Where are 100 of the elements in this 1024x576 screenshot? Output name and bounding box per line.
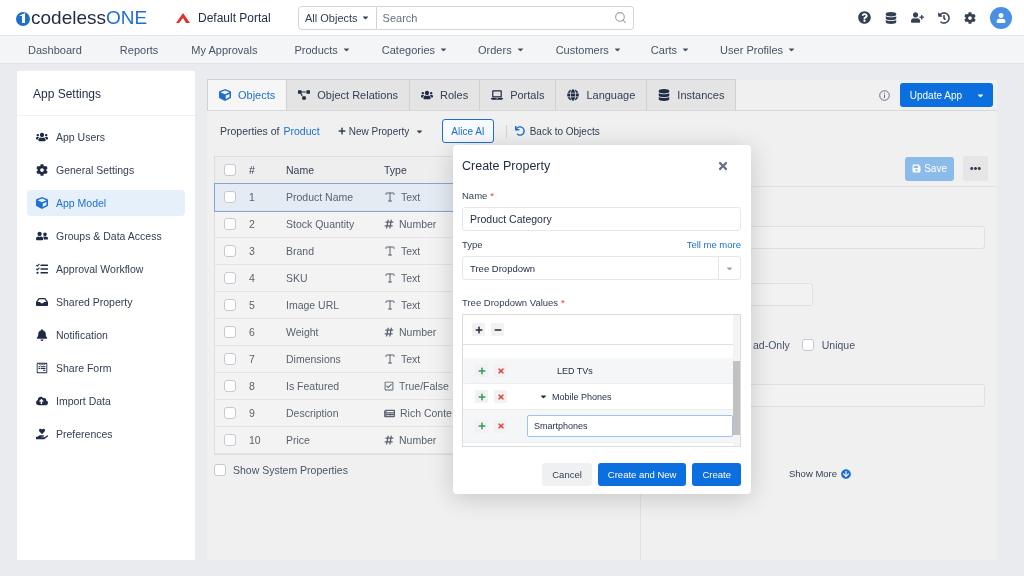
nav-link[interactable]: Orders [478,43,525,56]
object-link[interactable]: Product [283,125,320,137]
history-icon[interactable] [938,11,950,24]
more-button[interactable] [963,156,988,181]
checkbox[interactable] [224,326,236,338]
ai-button[interactable]: Alice AI [442,119,494,143]
add-child-button[interactable] [475,390,488,403]
name-field[interactable]: Product Category [462,207,741,231]
avatar[interactable] [990,6,1012,29]
cloud-upload-icon [36,395,48,407]
dialog-button[interactable]: Create and New [597,463,687,486]
field-label: Name [462,190,488,201]
checkbox[interactable] [224,407,236,419]
tree-node[interactable]: LED TVs [557,365,593,376]
nav-link[interactable]: Categories [381,43,448,56]
nav-link[interactable]: My Approvals [191,43,258,56]
cube-icon [36,197,48,209]
checklist-icon [36,263,48,275]
node-field[interactable]: Smartphones [527,415,733,437]
delete-button[interactable] [494,364,507,377]
hand-heart-icon [36,428,48,440]
checkbox[interactable] [224,434,236,446]
sidebar-item[interactable]: Import Data [27,388,185,414]
globe-icon [567,89,580,101]
close-icon[interactable] [717,160,729,172]
user-icon [996,12,1006,23]
checkbox[interactable] [801,339,814,351]
add-child-button[interactable] [475,364,488,377]
tab[interactable]: Objects [207,79,288,110]
checkbox-label: Unique [821,339,856,351]
table-cell: Number [384,326,437,338]
tab[interactable]: Object Relations [286,79,410,110]
checkbox[interactable] [224,191,236,203]
nav-link[interactable]: Carts [650,43,691,56]
delete-button[interactable] [494,419,507,433]
new-property-button[interactable]: New Property [331,124,431,138]
table-cell: Rich Conte [384,407,452,419]
checkbox[interactable] [224,245,236,257]
table-cell: 4 [249,272,255,284]
database-icon[interactable] [885,11,897,24]
plus-icon [477,366,486,375]
sidebar-item[interactable]: App Users [27,124,185,150]
add-user-icon[interactable] [911,11,924,24]
back-button[interactable]: Back to Objects [505,124,606,138]
settings-icon[interactable] [964,11,976,24]
nav-link[interactable]: Reports [119,43,159,56]
sidebar-item[interactable]: Groups & Data Access [27,223,185,249]
checkbox[interactable] [224,299,236,311]
search-field[interactable]: Search [376,5,634,30]
checkbox[interactable] [224,218,236,230]
caret-icon [360,13,370,22]
checkbox[interactable] [214,464,226,476]
tab[interactable]: Roles [409,79,481,110]
sidebar-item[interactable]: Shared Property [27,289,185,315]
expand-all-button[interactable] [472,323,485,336]
scrollbar[interactable] [733,315,740,446]
bell-icon [36,329,48,341]
nav-link[interactable]: Products [294,43,351,56]
sidebar-item[interactable]: General Settings [27,157,185,183]
sidebar-item[interactable]: Preferences [27,421,185,447]
type-select[interactable]: Tree Dropdown [462,256,741,280]
sidebar-item[interactable]: Share Form [27,355,185,381]
table-cell: Text [384,272,421,284]
table-cell: SKU [286,272,308,284]
show-more-link[interactable]: Show More [789,468,997,479]
scope-dropdown[interactable]: All Objects [298,5,377,30]
plus-icon [337,127,346,135]
checkbox[interactable] [224,164,236,176]
sidebar-item[interactable]: Notification [27,322,185,348]
dialog-button[interactable]: Create [692,463,741,486]
tab[interactable]: Language [555,79,648,110]
nav-link[interactable]: User Profiles [720,43,797,56]
checkbox[interactable] [224,380,236,392]
sidebar-item[interactable]: Approval Workflow [27,256,185,282]
table-cell: Stock Quantity [286,218,355,230]
table-cell: True/False [384,380,449,392]
checkbox-label: ad-Only [753,339,790,351]
table-cell: 5 [249,299,255,311]
help-link[interactable]: Tell me more [686,239,741,250]
checkbox-icon [384,381,394,391]
nav-link[interactable]: Dashboard [28,43,82,56]
caret-icon[interactable] [539,392,548,401]
checkbox[interactable] [224,353,236,365]
help-icon[interactable] [858,11,871,24]
sidebar-item[interactable]: App Model [27,190,185,216]
sidebar-title: App Settings [17,71,195,116]
tree-node[interactable]: Mobile Phones [539,391,612,402]
dialog-button[interactable]: Cancel [542,463,592,486]
checkbox[interactable] [224,272,236,284]
required-mark: * [490,190,495,201]
field-label: Tree Dropdown Values [462,297,559,308]
collapse-all-button[interactable] [491,323,504,336]
nav-link[interactable]: Customers [555,43,622,56]
tab[interactable]: Portals [479,79,557,110]
add-child-button[interactable] [475,419,488,433]
delete-button[interactable] [494,390,507,403]
hash-icon [384,327,394,337]
table-cell: 8 [249,380,255,392]
update-app-button[interactable]: Update App [899,83,993,107]
tab[interactable]: Instances [646,79,737,110]
